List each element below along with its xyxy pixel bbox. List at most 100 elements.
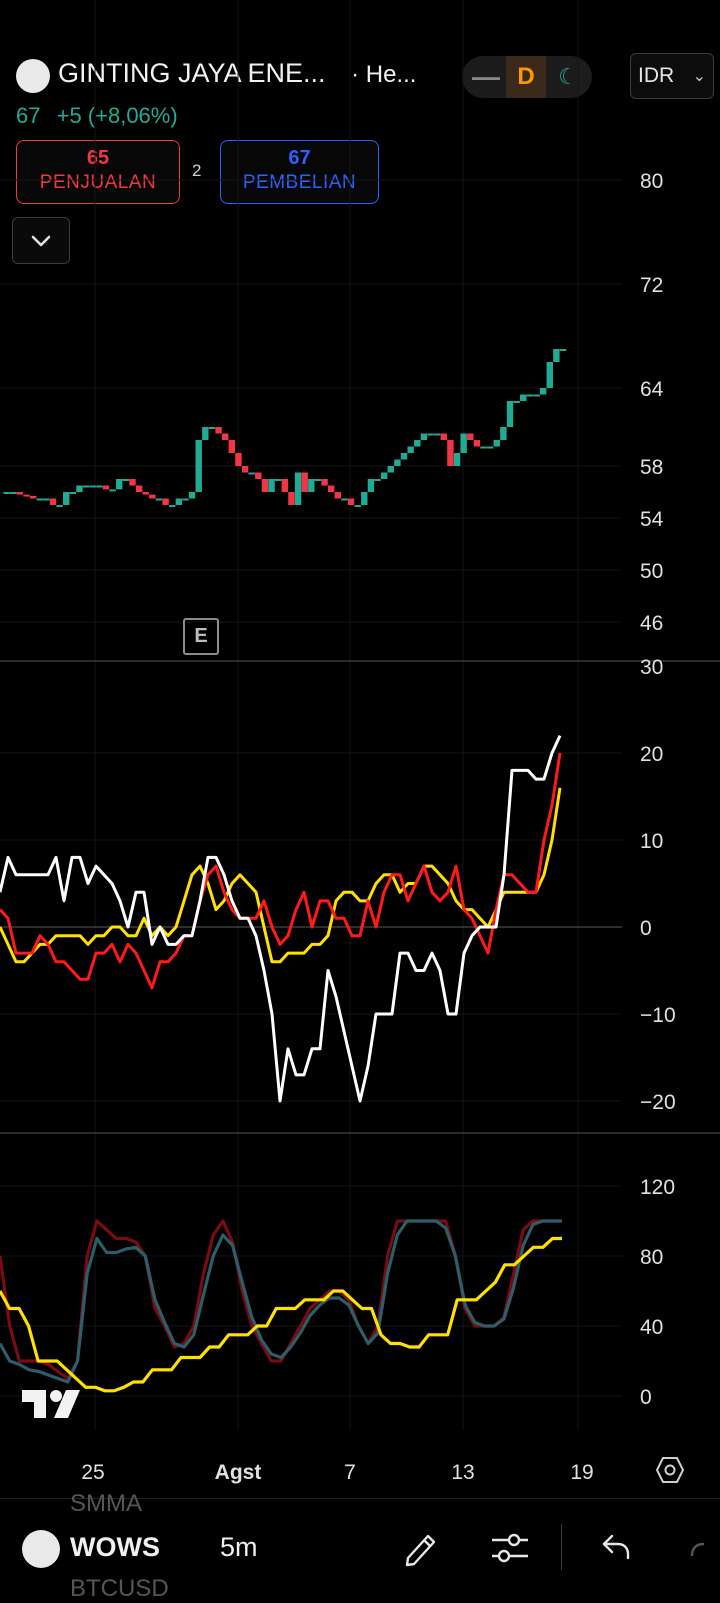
candle <box>202 427 209 440</box>
ghost-symbol-label: BTCUSD <box>70 1575 169 1602</box>
candle <box>294 472 302 505</box>
chart-area[interactable]: 80 72 64 58 54 50 46 30 20 10 0 −10 −20 120 80 40 0 25 Ags… <box>0 0 720 1495</box>
candle <box>480 446 487 449</box>
candle <box>248 472 255 475</box>
candle <box>215 427 222 434</box>
candle <box>460 433 467 453</box>
candle <box>361 492 368 505</box>
candle <box>175 498 183 505</box>
candle <box>394 459 401 466</box>
redo-icon[interactable] <box>690 1534 720 1567</box>
price-axis-label-2: 64 <box>640 378 664 401</box>
candle <box>553 349 560 362</box>
symbol-button[interactable]: WOWS <box>70 1532 160 1563</box>
undo-icon[interactable] <box>600 1532 632 1567</box>
candle <box>10 492 17 494</box>
candle <box>327 485 335 492</box>
price-axis-label-1: 72 <box>640 274 663 297</box>
osc2-axis-label-1: 80 <box>640 1246 663 1269</box>
settings-icon[interactable] <box>655 1455 685 1490</box>
candle <box>109 489 116 492</box>
price-axis-label-3: 58 <box>640 456 663 479</box>
osc1-axis-label-4: −10 <box>640 1004 676 1027</box>
candle <box>380 472 388 479</box>
candle <box>241 466 249 473</box>
candle <box>149 494 156 499</box>
sliders-icon[interactable] <box>490 1530 530 1571</box>
candle <box>493 440 500 447</box>
candle <box>407 446 414 453</box>
candle <box>473 440 481 447</box>
time-axis-label-1: Agst <box>215 1461 262 1484</box>
candle <box>341 498 348 501</box>
osc1-axis-label-1: 20 <box>640 743 663 766</box>
time-axis-label-3: 13 <box>451 1461 474 1484</box>
candle <box>261 479 269 492</box>
candle <box>334 492 341 499</box>
candle <box>513 401 520 403</box>
candle <box>155 498 163 501</box>
candle <box>43 498 50 501</box>
tradingview-logo <box>22 1390 80 1423</box>
candle <box>49 498 57 505</box>
candle <box>36 498 43 501</box>
price-axis-label-0: 80 <box>640 170 663 193</box>
candle <box>414 440 421 447</box>
ghost-indicator-label: SMMA <box>70 1490 142 1517</box>
osc2-axis-label-0: 120 <box>640 1176 675 1199</box>
candle <box>526 394 534 397</box>
time-axis-label-0: 25 <box>81 1461 104 1484</box>
earnings-marker[interactable]: E <box>183 618 219 655</box>
candle <box>427 433 434 436</box>
candle <box>16 492 24 495</box>
candle <box>129 479 136 486</box>
candle <box>354 505 361 507</box>
candle <box>142 492 149 495</box>
osc1-white-line <box>0 734 562 1103</box>
candle <box>268 479 275 492</box>
candle <box>374 479 381 481</box>
candle <box>533 394 540 397</box>
candle <box>69 492 77 494</box>
candle <box>63 492 70 505</box>
osc1-axis-label-3: 0 <box>640 917 652 940</box>
price-axis-label-4: 54 <box>640 508 664 531</box>
candle <box>400 453 408 460</box>
candle <box>102 485 110 490</box>
candle <box>486 446 494 449</box>
candle <box>447 440 454 466</box>
candle <box>255 472 262 479</box>
candle <box>559 349 567 351</box>
candle <box>467 433 474 440</box>
candle <box>420 433 428 440</box>
candle <box>546 362 553 388</box>
candle <box>76 485 83 492</box>
candle <box>387 466 394 473</box>
candle <box>281 479 289 492</box>
candle <box>208 427 216 429</box>
candle <box>321 479 328 486</box>
candle <box>56 505 63 507</box>
candle <box>122 479 130 481</box>
candle <box>222 433 229 440</box>
candle <box>506 401 514 427</box>
candle <box>288 492 295 505</box>
symbol-avatar[interactable] <box>22 1530 60 1568</box>
osc1-axis-label-2: 10 <box>640 830 663 853</box>
osc2-axis-label-2: 40 <box>640 1316 663 1339</box>
candle <box>520 394 527 401</box>
pencil-icon[interactable] <box>402 1528 440 1573</box>
candle <box>82 485 90 488</box>
candle <box>116 479 123 490</box>
osc2-teal-line <box>0 1219 562 1384</box>
interval-button[interactable]: 5m <box>220 1532 258 1563</box>
candle <box>274 479 282 481</box>
price-axis-label-5: 50 <box>640 560 663 583</box>
candle <box>162 498 169 505</box>
candle <box>169 505 176 507</box>
candle <box>433 433 441 436</box>
candle <box>301 472 308 492</box>
candle <box>182 498 189 501</box>
candle <box>539 388 547 395</box>
candle <box>440 433 447 440</box>
